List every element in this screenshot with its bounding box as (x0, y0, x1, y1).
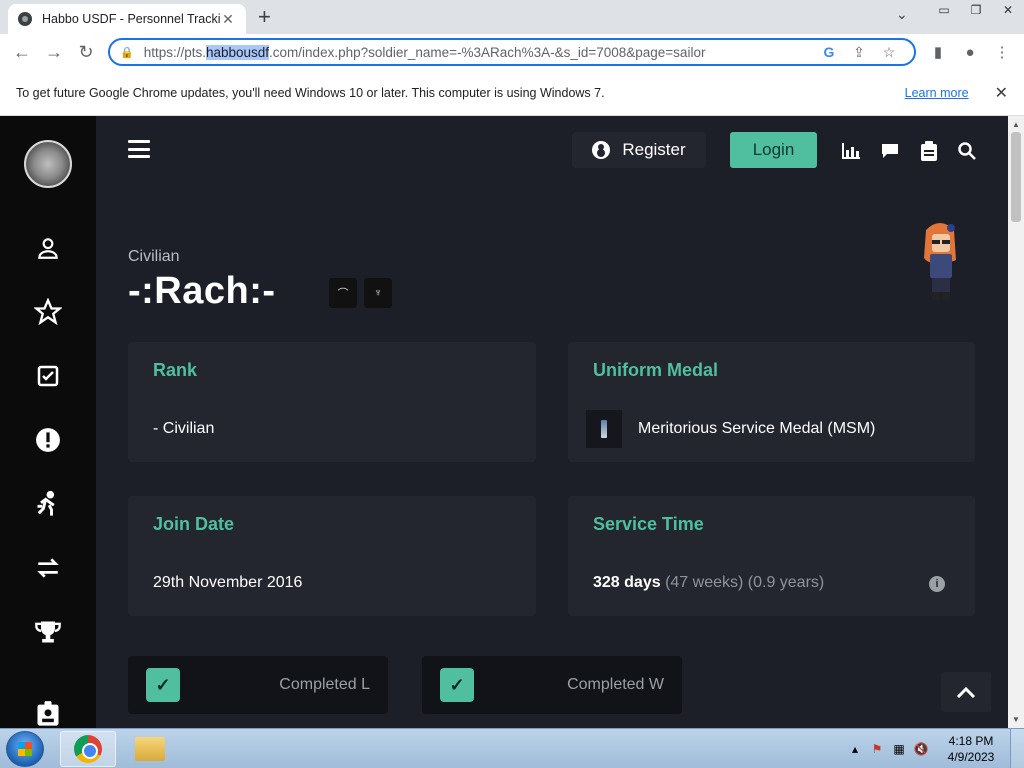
folder-icon (135, 737, 165, 761)
rank-card: Rank - Civilian (128, 342, 536, 462)
service-time-value: 328 days (47 weeks) (0.9 years) (593, 574, 825, 591)
main-content: Register Login Civilian -:Rach:- ⌒ ♆ Ran… (96, 116, 1008, 728)
network-icon[interactable]: ▦ (888, 742, 910, 756)
completed-item[interactable]: ✓ Completed L (128, 656, 388, 714)
taskbar-clock[interactable]: 4:18 PM 4/9/2023 (932, 733, 1010, 765)
clock-time: 4:18 PM (948, 734, 994, 748)
google-lens-icon[interactable]: G (814, 44, 844, 60)
menu-hamburger-icon[interactable] (128, 140, 150, 158)
volume-muted-icon[interactable]: 🔇 (910, 742, 932, 756)
browser-toolbar: ← → ↻ 🔒 https://pts.habbousdf.com/index.… (0, 34, 1024, 70)
uniform-medal-title: Uniform Medal (593, 360, 719, 380)
checkbox-icon[interactable] (28, 356, 68, 396)
register-button[interactable]: Register (572, 132, 706, 168)
scroll-up-icon[interactable]: ▲ (1012, 120, 1020, 129)
windows-taskbar: ▴ ⚑ ▦ 🔇 4:18 PM 4/9/2023 (0, 728, 1024, 768)
profile-name: -:Rach:- (128, 270, 276, 312)
browser-menu-icon[interactable]: ⋮ (986, 43, 1018, 61)
learn-more-link[interactable]: Learn more (905, 86, 969, 100)
medal-icon (586, 410, 622, 448)
register-label: Register (622, 140, 686, 159)
side-panel-icon[interactable]: ▮ (922, 43, 954, 61)
system-tray: ▴ ⚑ ▦ 🔇 4:18 PM 4/9/2023 (844, 729, 1024, 768)
transfer-icon[interactable] (28, 548, 68, 588)
window-controls: ▭ ❐ ✕ (928, 0, 1024, 20)
minimize-button[interactable]: ▭ (928, 0, 960, 20)
comment-icon[interactable] (879, 140, 901, 162)
scrollbar-thumb[interactable] (1011, 132, 1021, 222)
info-icon[interactable]: i (929, 576, 945, 592)
login-button[interactable]: Login (730, 132, 817, 168)
search-icon[interactable] (956, 140, 978, 162)
profile-avatar-icon[interactable]: ● (954, 44, 986, 61)
clock-date: 4/9/2023 (947, 750, 995, 764)
address-url[interactable]: https://pts.habbousdf.com/index.php?sold… (144, 44, 814, 60)
tab-title: Habbo USDF - Personnel Tracking (42, 12, 220, 26)
back-arrow-icon[interactable]: ← (6, 42, 38, 63)
sidebar (0, 116, 96, 728)
share-icon[interactable]: ⇪ (844, 44, 874, 61)
browser-right-tools: ▮ ● ⋮ (922, 34, 1018, 70)
running-icon[interactable] (28, 484, 68, 524)
check-icon: ✓ (146, 668, 180, 702)
browser-tab[interactable]: Habbo USDF - Personnel Tracking ✕ (8, 4, 246, 34)
new-tab-button[interactable]: + (258, 4, 271, 30)
user-icon[interactable] (28, 228, 68, 268)
taskbar-explorer[interactable] (122, 731, 178, 767)
browser-tabstrip: Habbo USDF - Personnel Tracking ✕ + ⌄ ▭ … (0, 0, 1024, 34)
rank-value: - Civilian (153, 420, 215, 437)
join-date-card: Join Date 29th November 2016 (128, 496, 536, 616)
bookmark-star-icon[interactable]: ☆ (874, 44, 904, 61)
forward-arrow-icon[interactable]: → (38, 42, 70, 63)
join-date-value: 29th November 2016 (153, 574, 303, 591)
alert-icon[interactable] (28, 420, 68, 460)
taskbar-chrome[interactable] (60, 731, 116, 767)
medal-name: Meritorious Service Medal (MSM) (638, 420, 876, 437)
reload-icon[interactable]: ↻ (70, 42, 102, 63)
star-icon[interactable] (28, 292, 68, 332)
avatar (918, 220, 962, 306)
tab-close-icon[interactable]: ✕ (220, 11, 236, 28)
site-logo[interactable] (24, 140, 72, 188)
badge-one: ⌒ (329, 278, 357, 308)
scroll-to-top-button[interactable] (941, 672, 991, 712)
page-scrollbar[interactable]: ▲ ▼ (1008, 116, 1024, 728)
tray-expand-icon[interactable]: ▴ (844, 742, 866, 756)
restore-button[interactable]: ❐ (960, 0, 992, 20)
update-infobar: To get future Google Chrome updates, you… (0, 70, 1024, 116)
show-desktop-button[interactable] (1010, 729, 1024, 768)
profile-group: Civilian (128, 248, 180, 265)
lock-icon: 🔒 (120, 46, 134, 59)
infobar-message: To get future Google Chrome updates, you… (16, 85, 605, 100)
clipboard-icon[interactable] (918, 140, 940, 162)
completed-label: Completed W (567, 676, 664, 693)
badge-two: ♆ (364, 278, 392, 308)
uniform-medal-card: Uniform Medal Meritorious Service Medal … (568, 342, 975, 462)
service-time-card: Service Time 328 days (47 weeks) (0.9 ye… (568, 496, 975, 616)
site-favicon-icon (18, 12, 32, 26)
chrome-icon (74, 735, 102, 763)
start-button[interactable] (6, 731, 44, 767)
infobar-close-icon[interactable]: ✕ (995, 83, 1008, 103)
tab-search-chevron-icon[interactable]: ⌄ (896, 6, 908, 23)
trophy-icon[interactable] (28, 612, 68, 652)
address-bar[interactable]: 🔒 https://pts.habbousdf.com/index.php?so… (108, 38, 916, 66)
service-time-title: Service Time (593, 514, 704, 534)
action-center-flag-icon[interactable]: ⚑ (866, 742, 888, 756)
scroll-down-icon[interactable]: ▼ (1012, 715, 1020, 724)
join-date-title: Join Date (153, 514, 235, 534)
user-circle-icon (592, 141, 611, 159)
rank-title: Rank (153, 360, 198, 380)
chart-icon[interactable] (840, 140, 862, 162)
completed-label: Completed L (279, 676, 370, 693)
check-icon: ✓ (440, 668, 474, 702)
window-close-button[interactable]: ✕ (992, 0, 1024, 20)
completed-item[interactable]: ✓ Completed W (422, 656, 682, 714)
